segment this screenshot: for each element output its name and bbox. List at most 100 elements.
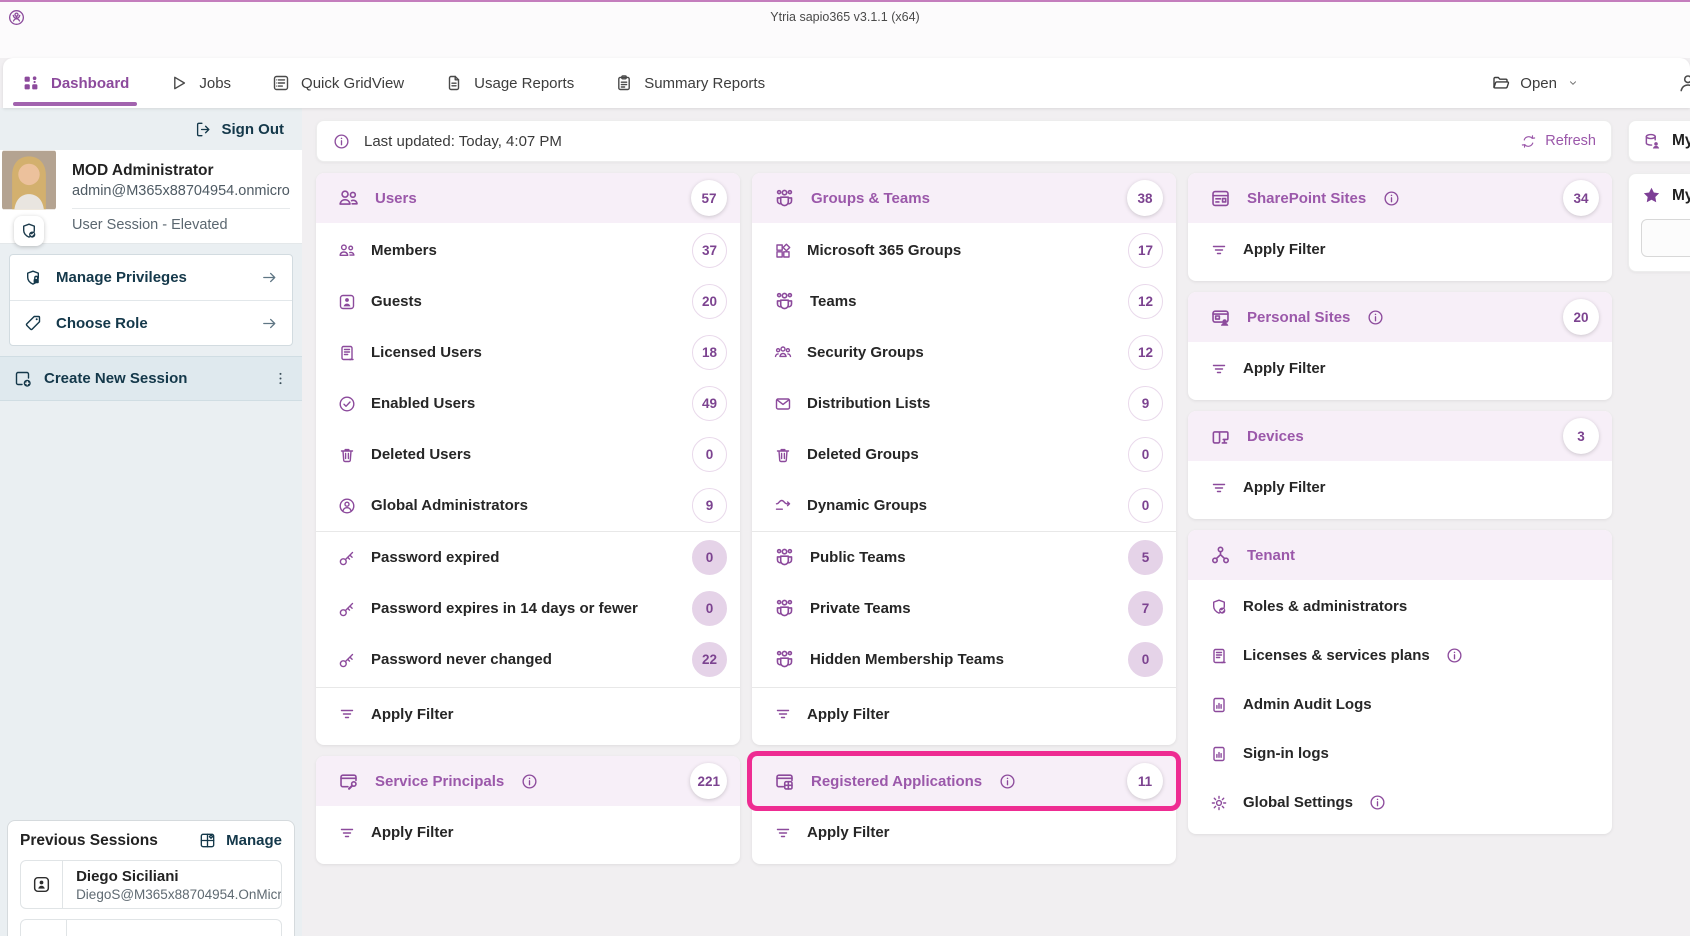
card-title: SharePoint Sites xyxy=(1247,190,1366,207)
service-principals-apply-filter[interactable]: Apply Filter xyxy=(316,806,740,859)
users-icon xyxy=(337,187,360,210)
row-security-groups[interactable]: Security Groups12 xyxy=(752,327,1176,378)
row-licenses-services-plans[interactable]: Licenses & services plans xyxy=(1188,631,1612,680)
card-count-badge: 57 xyxy=(691,180,727,216)
refresh-button[interactable]: Refresh xyxy=(1520,133,1596,150)
previous-session-item[interactable]: Diego SicilianiDiegoS@M365x88704954.OnMi… xyxy=(20,860,282,909)
row-hidden-membership-teams[interactable]: Hidden Membership Teams0 xyxy=(752,634,1176,685)
favorites-input[interactable] xyxy=(1641,219,1690,257)
row-password-expires-in-14-days-or-fewer[interactable]: Password expires in 14 days or fewer0 xyxy=(316,583,740,634)
card-count-badge: 3 xyxy=(1563,418,1599,454)
row-count-badge: 9 xyxy=(1128,386,1163,421)
personal-sites-header[interactable]: Personal Sites20 xyxy=(1188,292,1612,342)
security-groups-icon xyxy=(773,343,793,363)
user-name: MOD Administrator xyxy=(72,162,290,180)
card-count-badge: 20 xyxy=(1563,299,1599,335)
user-session-card: MOD Administrator admin@M365x88704954.on… xyxy=(0,150,302,244)
devices-apply-filter[interactable]: Apply Filter xyxy=(1188,461,1612,514)
row-count-badge: 9 xyxy=(692,488,727,523)
tenant-header[interactable]: Tenant xyxy=(1188,530,1612,580)
tab-usage-reports[interactable]: Usage Reports xyxy=(444,58,574,108)
session-actions: Manage Privileges Choose Role xyxy=(9,254,293,346)
card-title: Devices xyxy=(1247,428,1304,445)
signin-log-icon xyxy=(1209,744,1229,764)
account-person-icon[interactable] xyxy=(1677,72,1690,94)
sharepoint-sites-header[interactable]: SharePoint Sites34 xyxy=(1188,173,1612,223)
my-favorites-card[interactable]: My f xyxy=(1628,173,1690,272)
manage-sessions-button[interactable]: Manage xyxy=(198,831,282,850)
row-enabled-users[interactable]: Enabled Users49 xyxy=(316,378,740,429)
chevron-down-icon xyxy=(1566,76,1580,90)
open-button[interactable]: Open xyxy=(1491,73,1580,93)
row-label: Teams xyxy=(810,293,856,310)
row-admin-audit-logs[interactable]: Admin Audit Logs xyxy=(1188,680,1612,729)
row-sign-in-logs[interactable]: Sign-in logs xyxy=(1188,729,1612,778)
trash-icon xyxy=(337,445,357,465)
row-password-expired[interactable]: Password expired0 xyxy=(316,532,740,583)
row-label: Licensed Users xyxy=(371,344,482,361)
users-apply-filter[interactable]: Apply Filter xyxy=(316,687,740,740)
row-microsoft-365-groups[interactable]: Microsoft 365 Groups17 xyxy=(752,225,1176,276)
row-count-badge: 0 xyxy=(692,437,727,472)
row-count-badge: 17 xyxy=(1128,233,1163,268)
sharepoint-icon xyxy=(1209,187,1232,210)
info-icon xyxy=(1445,646,1464,665)
dashboard-column-1: Users57Members37Guests20 Licensed Users 18… xyxy=(316,173,740,864)
apply-filter-label: Apply Filter xyxy=(371,824,454,841)
groups-teams-header[interactable]: Groups & Teams38 xyxy=(752,173,1176,223)
sign-out-button[interactable]: Sign Out xyxy=(0,108,302,150)
tab-jobs[interactable]: Jobs xyxy=(169,58,231,108)
service-principals-header[interactable]: Service Principals221 xyxy=(316,756,740,806)
global-admin-icon xyxy=(337,496,357,516)
filter-icon xyxy=(337,823,357,843)
right-cut-panel: My D My f xyxy=(1628,120,1690,272)
members-icon xyxy=(337,241,357,261)
users-header[interactable]: Users57 xyxy=(316,173,740,223)
registered-apps-icon xyxy=(773,770,796,793)
tab-summary-reports[interactable]: Summary Reports xyxy=(614,58,765,108)
devices-header[interactable]: Devices 3 xyxy=(1188,411,1612,461)
kebab-menu-icon[interactable] xyxy=(272,370,289,387)
dashboard-icon xyxy=(21,73,41,93)
row-global-settings[interactable]: Global Settings xyxy=(1188,778,1612,827)
row-distribution-lists[interactable]: Distribution Lists9 xyxy=(752,378,1176,429)
sharepoint-sites-apply-filter[interactable]: Apply Filter xyxy=(1188,223,1612,276)
row-public-teams[interactable]: Public Teams5 xyxy=(752,532,1176,583)
row-count-badge: 18 xyxy=(692,335,727,370)
row-private-teams[interactable]: Private Teams7 xyxy=(752,583,1176,634)
row-roles-administrators[interactable]: Roles & administrators xyxy=(1188,582,1612,631)
row-password-never-changed[interactable]: Password never changed22 xyxy=(316,634,740,685)
row-count-badge: 12 xyxy=(1128,335,1163,370)
filter-icon xyxy=(337,704,357,724)
row-guests[interactable]: Guests20 xyxy=(316,276,740,327)
row-label: Enabled Users xyxy=(371,395,475,412)
row-deleted-users[interactable]: Deleted Users0 xyxy=(316,429,740,480)
row-deleted-groups[interactable]: Deleted Groups0 xyxy=(752,429,1176,480)
create-new-session-button[interactable]: Create New Session xyxy=(0,356,302,401)
row-teams[interactable]: Teams12 xyxy=(752,276,1176,327)
choose-role-button[interactable]: Choose Role xyxy=(10,300,292,345)
card-rows: Microsoft 365 Groups17Teams12Security Gr… xyxy=(752,223,1176,687)
service-principals-icon xyxy=(337,770,360,793)
row-dynamic-groups[interactable]: Dynamic Groups0 xyxy=(752,480,1176,531)
tab-dashboard[interactable]: Dashboard xyxy=(21,58,129,108)
row-members[interactable]: Members37 xyxy=(316,225,740,276)
user-session-type: User Session - Elevated xyxy=(72,208,290,233)
personal-sites-apply-filter[interactable]: Apply Filter xyxy=(1188,342,1612,395)
row-label: Roles & administrators xyxy=(1243,598,1407,615)
gear-icon xyxy=(1209,793,1229,813)
previous-session-item[interactable]: Paul Smit xyxy=(20,919,282,936)
my-data-card[interactable]: My D xyxy=(1628,120,1690,162)
groups-teams-apply-filter[interactable]: Apply Filter xyxy=(752,687,1176,740)
star-icon xyxy=(1641,185,1662,206)
manage-privileges-button[interactable]: Manage Privileges xyxy=(10,255,292,300)
window-title: Ytria sapio365 v3.1.1 (x64) xyxy=(0,10,1690,24)
registered-applications-header[interactable]: Registered Applications11 xyxy=(752,756,1176,806)
card-devices: Devices 3 Apply Filter xyxy=(1188,411,1612,519)
registered-applications-apply-filter[interactable]: Apply Filter xyxy=(752,806,1176,859)
row-licensed-users[interactable]: Licensed Users 18 xyxy=(316,327,740,378)
sign-out-icon xyxy=(194,120,213,139)
tab-quick-gridview[interactable]: Quick GridView xyxy=(271,58,404,108)
card-title: Service Principals xyxy=(375,773,504,790)
row-global-administrators[interactable]: Global Administrators9 xyxy=(316,480,740,531)
